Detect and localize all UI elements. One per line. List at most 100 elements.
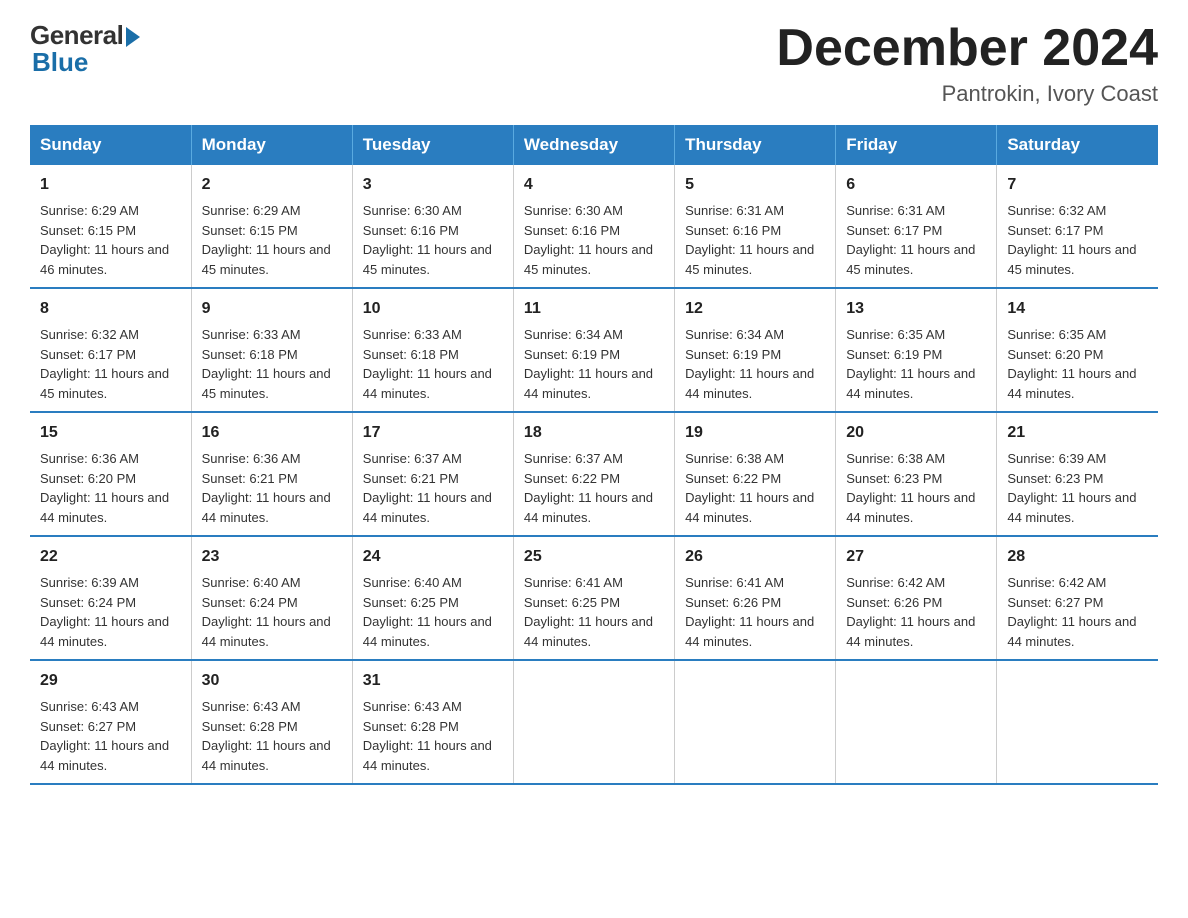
week-row-1: 1 Sunrise: 6:29 AMSunset: 6:15 PMDaylight… (30, 165, 1158, 288)
day-number: 25 (524, 545, 664, 569)
day-cell: 19 Sunrise: 6:38 AMSunset: 6:22 PMDayligh… (675, 412, 836, 536)
day-info: Sunrise: 6:30 AMSunset: 6:16 PMDaylight:… (524, 201, 664, 279)
day-info: Sunrise: 6:39 AMSunset: 6:24 PMDaylight:… (40, 573, 181, 651)
day-cell (675, 660, 836, 784)
weekday-header-wednesday: Wednesday (513, 125, 674, 165)
day-cell: 3 Sunrise: 6:30 AMSunset: 6:16 PMDaylight… (352, 165, 513, 288)
day-cell: 2 Sunrise: 6:29 AMSunset: 6:15 PMDaylight… (191, 165, 352, 288)
day-cell: 12 Sunrise: 6:34 AMSunset: 6:19 PMDayligh… (675, 288, 836, 412)
day-cell: 22 Sunrise: 6:39 AMSunset: 6:24 PMDayligh… (30, 536, 191, 660)
day-info: Sunrise: 6:41 AMSunset: 6:25 PMDaylight:… (524, 573, 664, 651)
day-info: Sunrise: 6:38 AMSunset: 6:22 PMDaylight:… (685, 449, 825, 527)
day-number: 1 (40, 173, 181, 197)
day-number: 29 (40, 669, 181, 693)
day-info: Sunrise: 6:43 AMSunset: 6:27 PMDaylight:… (40, 697, 181, 775)
week-row-5: 29 Sunrise: 6:43 AMSunset: 6:27 PMDayligh… (30, 660, 1158, 784)
weekday-header-tuesday: Tuesday (352, 125, 513, 165)
day-number: 3 (363, 173, 503, 197)
day-info: Sunrise: 6:32 AMSunset: 6:17 PMDaylight:… (1007, 201, 1148, 279)
day-cell: 6 Sunrise: 6:31 AMSunset: 6:17 PMDaylight… (836, 165, 997, 288)
day-info: Sunrise: 6:37 AMSunset: 6:21 PMDaylight:… (363, 449, 503, 527)
day-info: Sunrise: 6:37 AMSunset: 6:22 PMDaylight:… (524, 449, 664, 527)
day-info: Sunrise: 6:41 AMSunset: 6:26 PMDaylight:… (685, 573, 825, 651)
day-cell: 9Sunrise: 6:33 AMSunset: 6:18 PMDaylight… (191, 288, 352, 412)
day-number: 19 (685, 421, 825, 445)
day-info: Sunrise: 6:40 AMSunset: 6:25 PMDaylight:… (363, 573, 503, 651)
day-info: Sunrise: 6:29 AMSunset: 6:15 PMDaylight:… (202, 201, 342, 279)
day-info: Sunrise: 6:30 AMSunset: 6:16 PMDaylight:… (363, 201, 503, 279)
day-number: 8 (40, 297, 181, 321)
day-number: 7 (1007, 173, 1148, 197)
day-cell (513, 660, 674, 784)
day-info: Sunrise: 6:35 AMSunset: 6:19 PMDaylight:… (846, 325, 986, 403)
day-info: Sunrise: 6:35 AMSunset: 6:20 PMDaylight:… (1007, 325, 1148, 403)
day-cell: 14 Sunrise: 6:35 AMSunset: 6:20 PMDayligh… (997, 288, 1158, 412)
day-number: 30 (202, 669, 342, 693)
day-number: 11 (524, 297, 664, 321)
day-cell: 8Sunrise: 6:32 AMSunset: 6:17 PMDaylight… (30, 288, 191, 412)
day-info: Sunrise: 6:33 AMSunset: 6:18 PMDaylight:… (363, 325, 503, 403)
logo-arrow-icon (126, 27, 140, 47)
day-info: Sunrise: 6:34 AMSunset: 6:19 PMDaylight:… (524, 325, 664, 403)
day-number: 2 (202, 173, 342, 197)
day-cell: 11 Sunrise: 6:34 AMSunset: 6:19 PMDayligh… (513, 288, 674, 412)
logo: General Blue (30, 20, 140, 78)
day-cell: 20 Sunrise: 6:38 AMSunset: 6:23 PMDayligh… (836, 412, 997, 536)
day-info: Sunrise: 6:34 AMSunset: 6:19 PMDaylight:… (685, 325, 825, 403)
day-cell: 29 Sunrise: 6:43 AMSunset: 6:27 PMDayligh… (30, 660, 191, 784)
day-info: Sunrise: 6:31 AMSunset: 6:16 PMDaylight:… (685, 201, 825, 279)
day-cell: 27 Sunrise: 6:42 AMSunset: 6:26 PMDayligh… (836, 536, 997, 660)
day-number: 18 (524, 421, 664, 445)
day-info: Sunrise: 6:38 AMSunset: 6:23 PMDaylight:… (846, 449, 986, 527)
day-number: 15 (40, 421, 181, 445)
day-cell: 5Sunrise: 6:31 AMSunset: 6:16 PMDaylight… (675, 165, 836, 288)
day-info: Sunrise: 6:36 AMSunset: 6:21 PMDaylight:… (202, 449, 342, 527)
day-cell: 10 Sunrise: 6:33 AMSunset: 6:18 PMDayligh… (352, 288, 513, 412)
title-area: December 2024 Pantrokin, Ivory Coast (776, 20, 1158, 107)
day-info: Sunrise: 6:42 AMSunset: 6:26 PMDaylight:… (846, 573, 986, 651)
day-number: 14 (1007, 297, 1148, 321)
day-cell: 18 Sunrise: 6:37 AMSunset: 6:22 PMDayligh… (513, 412, 674, 536)
day-cell: 7 Sunrise: 6:32 AMSunset: 6:17 PMDaylight… (997, 165, 1158, 288)
logo-blue-text: Blue (32, 47, 88, 78)
week-row-4: 22 Sunrise: 6:39 AMSunset: 6:24 PMDayligh… (30, 536, 1158, 660)
day-number: 17 (363, 421, 503, 445)
weekday-header-saturday: Saturday (997, 125, 1158, 165)
weekday-header-row: SundayMondayTuesdayWednesdayThursdayFrid… (30, 125, 1158, 165)
day-info: Sunrise: 6:29 AMSunset: 6:15 PMDaylight:… (40, 201, 181, 279)
month-title: December 2024 (776, 20, 1158, 77)
day-cell: 15Sunrise: 6:36 AMSunset: 6:20 PMDayligh… (30, 412, 191, 536)
calendar-table: SundayMondayTuesdayWednesdayThursdayFrid… (30, 125, 1158, 785)
day-number: 26 (685, 545, 825, 569)
week-row-3: 15Sunrise: 6:36 AMSunset: 6:20 PMDayligh… (30, 412, 1158, 536)
page-header: General Blue December 2024 Pantrokin, Iv… (30, 20, 1158, 107)
day-cell (997, 660, 1158, 784)
day-number: 6 (846, 173, 986, 197)
day-info: Sunrise: 6:42 AMSunset: 6:27 PMDaylight:… (1007, 573, 1148, 651)
day-number: 10 (363, 297, 503, 321)
day-cell: 28Sunrise: 6:42 AMSunset: 6:27 PMDayligh… (997, 536, 1158, 660)
day-cell: 25 Sunrise: 6:41 AMSunset: 6:25 PMDayligh… (513, 536, 674, 660)
day-cell: 30 Sunrise: 6:43 AMSunset: 6:28 PMDayligh… (191, 660, 352, 784)
weekday-header-friday: Friday (836, 125, 997, 165)
day-cell: 23 Sunrise: 6:40 AMSunset: 6:24 PMDayligh… (191, 536, 352, 660)
day-cell: 13 Sunrise: 6:35 AMSunset: 6:19 PMDayligh… (836, 288, 997, 412)
day-number: 16 (202, 421, 342, 445)
day-cell: 24Sunrise: 6:40 AMSunset: 6:25 PMDayligh… (352, 536, 513, 660)
day-number: 13 (846, 297, 986, 321)
day-number: 12 (685, 297, 825, 321)
day-info: Sunrise: 6:43 AMSunset: 6:28 PMDaylight:… (363, 697, 503, 775)
day-number: 23 (202, 545, 342, 569)
day-cell: 21Sunrise: 6:39 AMSunset: 6:23 PMDayligh… (997, 412, 1158, 536)
day-info: Sunrise: 6:40 AMSunset: 6:24 PMDaylight:… (202, 573, 342, 651)
day-cell: 17 Sunrise: 6:37 AMSunset: 6:21 PMDayligh… (352, 412, 513, 536)
day-number: 22 (40, 545, 181, 569)
day-number: 20 (846, 421, 986, 445)
day-number: 4 (524, 173, 664, 197)
day-info: Sunrise: 6:43 AMSunset: 6:28 PMDaylight:… (202, 697, 342, 775)
day-number: 27 (846, 545, 986, 569)
day-info: Sunrise: 6:31 AMSunset: 6:17 PMDaylight:… (846, 201, 986, 279)
weekday-header-monday: Monday (191, 125, 352, 165)
day-cell: 26 Sunrise: 6:41 AMSunset: 6:26 PMDayligh… (675, 536, 836, 660)
week-row-2: 8Sunrise: 6:32 AMSunset: 6:17 PMDaylight… (30, 288, 1158, 412)
